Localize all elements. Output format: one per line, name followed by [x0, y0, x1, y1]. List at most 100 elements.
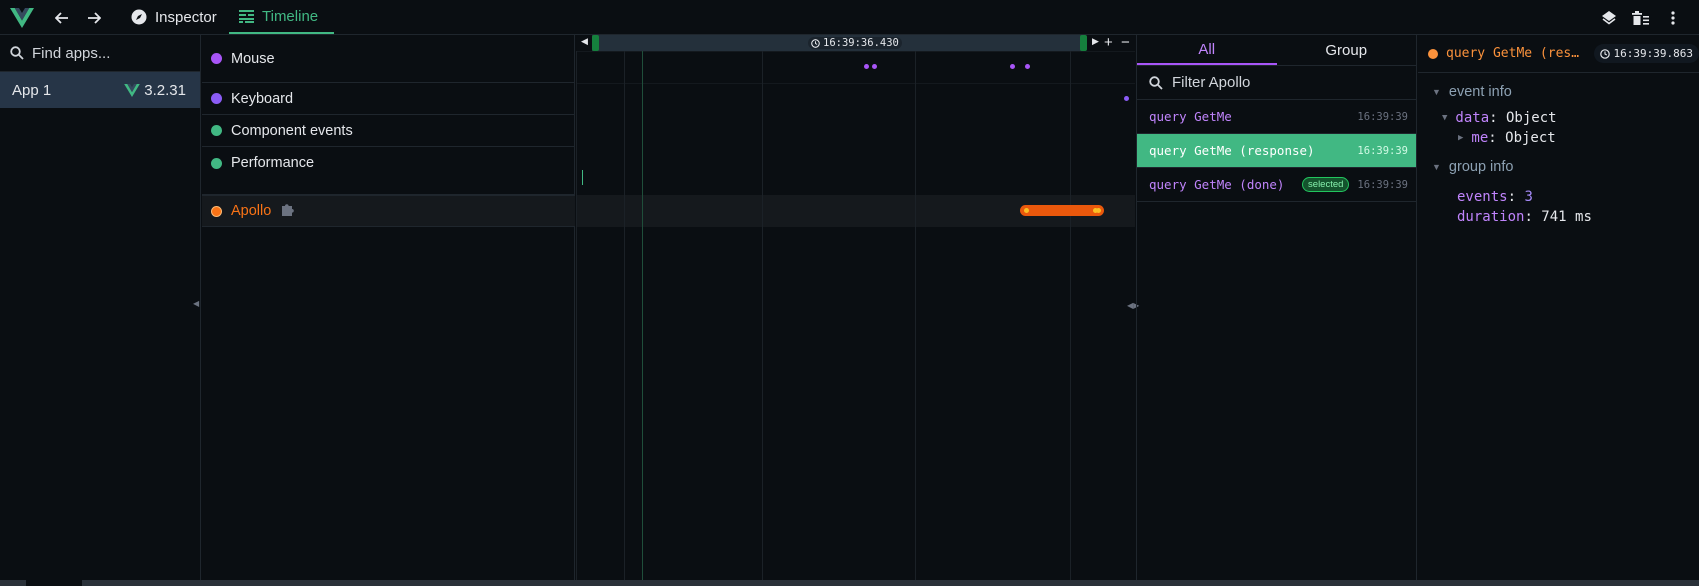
- app-search[interactable]: Find apps...: [0, 35, 200, 72]
- caret-right-icon: ▶: [1458, 133, 1464, 143]
- layer-color-dot: [211, 158, 222, 169]
- clock-icon: [811, 38, 820, 48]
- mouse-event-marker[interactable]: [1025, 64, 1030, 69]
- details-header: query GetMe (res… 16:39:39.863: [1418, 35, 1699, 73]
- prop-value: Object: [1506, 110, 1557, 126]
- time-cursor[interactable]: [642, 51, 643, 586]
- caret-down-icon: ▼: [1432, 162, 1441, 172]
- app-search-placeholder: Find apps...: [32, 44, 111, 62]
- performance-marker[interactable]: [582, 170, 583, 185]
- current-time-indicator: 16:39:36.430: [808, 37, 902, 49]
- tab-timeline-label: Timeline: [262, 7, 319, 25]
- layers-icon[interactable]: [1599, 8, 1619, 28]
- timeline-scrubber[interactable]: ◀ 16:39:36.430 ▶ + −: [576, 35, 1135, 51]
- layer-component-events[interactable]: Component events: [202, 115, 575, 147]
- events-panel: All Group Filter Apollo query GetMe 16:3…: [1136, 35, 1417, 586]
- events-filter[interactable]: Filter Apollo: [1137, 66, 1416, 100]
- event-info-section[interactable]: ▼ event info: [1418, 80, 1699, 104]
- mouse-event-marker[interactable]: [1010, 64, 1015, 69]
- event-title: query GetMe (done): [1149, 177, 1285, 192]
- layer-label: Performance: [231, 155, 315, 171]
- prop-key: duration: [1457, 209, 1525, 225]
- layer-color-dot: [211, 205, 222, 217]
- layer-label: Component events: [231, 122, 353, 139]
- prop-key: me: [1471, 130, 1489, 146]
- event-time: 16:39:39: [1357, 144, 1408, 157]
- prop-duration: duration: 741 ms: [1457, 209, 1592, 225]
- layer-color-dot: [211, 53, 222, 64]
- scroll-right-icon[interactable]: ▶: [1092, 36, 1099, 47]
- vue-logo-icon[interactable]: [10, 8, 34, 28]
- forward-arrow-icon[interactable]: [84, 8, 104, 28]
- event-details-panel: query GetMe (res… 16:39:39.863 ▼ event i…: [1418, 35, 1699, 586]
- clear-icon[interactable]: [1630, 8, 1650, 28]
- caret-down-icon: ▼: [1442, 113, 1448, 123]
- app-name: App 1: [12, 81, 52, 99]
- zoom-in-button[interactable]: +: [1104, 35, 1113, 51]
- prop-value: Object: [1505, 130, 1556, 146]
- tab-group[interactable]: Group: [1277, 35, 1417, 65]
- layer-label: Apollo: [231, 203, 272, 219]
- layer-label: Keyboard: [231, 90, 294, 107]
- layer-keyboard[interactable]: Keyboard: [202, 83, 575, 115]
- section-label: group info: [1448, 159, 1514, 175]
- event-end-dot: [1096, 208, 1101, 213]
- tab-all[interactable]: All: [1137, 35, 1277, 65]
- details-title: query GetMe (res…: [1446, 46, 1580, 61]
- layer-mouse[interactable]: Mouse: [202, 35, 575, 83]
- tab-timeline[interactable]: Timeline: [229, 0, 334, 34]
- timeline-icon: [239, 9, 254, 23]
- event-time: 16:39:39: [1357, 110, 1408, 123]
- bottom-scrollbar[interactable]: [0, 580, 1699, 586]
- prop-key: data: [1455, 110, 1490, 126]
- layer-color-dot: [211, 125, 222, 136]
- event-color-dot: [1428, 48, 1438, 59]
- mouse-event-marker[interactable]: [864, 64, 869, 69]
- range-end-handle[interactable]: [1080, 35, 1087, 51]
- event-title: query GetMe (response): [1149, 143, 1315, 158]
- clock-icon: [1599, 48, 1610, 59]
- event-row[interactable]: query GetMe (done) selected 16:39:39: [1137, 168, 1416, 202]
- caret-down-icon: ▼: [1432, 87, 1441, 97]
- layer-performance[interactable]: Performance: [202, 147, 575, 195]
- prop-key: events: [1457, 189, 1508, 205]
- mouse-event-marker[interactable]: [872, 64, 877, 69]
- prop-data[interactable]: ▼ data: Object: [1418, 108, 1699, 128]
- prop-me[interactable]: ▶ me: Object: [1418, 128, 1699, 148]
- prop-events: events: 3: [1457, 189, 1533, 205]
- details-time-badge: 16:39:39.863: [1593, 44, 1699, 63]
- current-time: 16:39:36.430: [823, 37, 899, 49]
- compass-icon: [131, 9, 147, 25]
- search-icon: [1149, 75, 1163, 90]
- event-row[interactable]: query GetMe 16:39:39: [1137, 100, 1416, 134]
- keyboard-event-marker[interactable]: [1124, 96, 1129, 101]
- event-row-selected[interactable]: query GetMe (response) 16:39:39: [1137, 134, 1416, 168]
- layer-apollo[interactable]: Apollo: [202, 195, 575, 227]
- timeline-canvas[interactable]: ◀ 16:39:36.430 ▶ + −: [576, 35, 1135, 586]
- layer-label: Mouse: [231, 50, 275, 67]
- section-label: event info: [1448, 84, 1512, 100]
- app-item[interactable]: App 1 3.2.31: [0, 72, 200, 108]
- tab-inspector-label: Inspector: [155, 8, 217, 26]
- top-bar: Inspector Timeline: [0, 0, 1699, 35]
- apollo-event-group-bar[interactable]: [1020, 205, 1104, 216]
- event-start-dot: [1024, 208, 1029, 213]
- prop-value: 3: [1524, 189, 1533, 205]
- selected-badge: selected: [1302, 177, 1350, 192]
- collapse-left-handle-icon[interactable]: ◀: [193, 299, 201, 309]
- search-icon: [10, 46, 24, 60]
- group-info-section[interactable]: ▼ group info: [1418, 155, 1699, 179]
- event-time: 16:39:39: [1357, 178, 1408, 191]
- scroll-left-icon[interactable]: ◀: [581, 36, 588, 47]
- back-arrow-icon[interactable]: [52, 8, 72, 28]
- puzzle-icon: [280, 202, 295, 221]
- events-filter-placeholder: Filter Apollo: [1172, 74, 1251, 91]
- tab-inspector[interactable]: Inspector: [121, 0, 227, 34]
- zoom-out-button[interactable]: −: [1121, 35, 1130, 51]
- range-start-handle[interactable]: [592, 35, 599, 51]
- events-tabs: All Group: [1137, 35, 1416, 66]
- more-vert-icon[interactable]: [1663, 8, 1683, 28]
- prop-value: 741 ms: [1541, 209, 1592, 225]
- apps-sidebar: Find apps... App 1 3.2.31: [0, 35, 201, 586]
- event-title: query GetMe: [1149, 109, 1232, 124]
